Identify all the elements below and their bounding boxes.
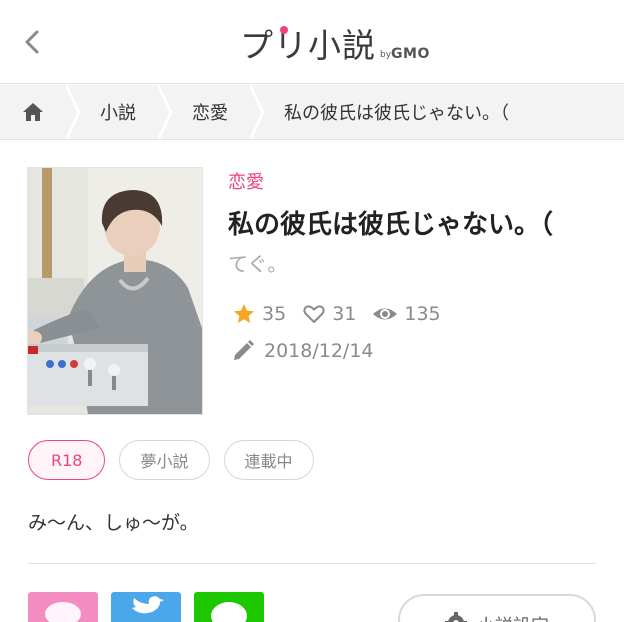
view-count: 135 bbox=[372, 302, 441, 326]
breadcrumb-item-current: 私の彼氏は彼氏じゃない。（ bbox=[284, 103, 509, 124]
logo-gmo: GMO bbox=[391, 46, 430, 62]
breadcrumb-item-novel[interactable]: 小説 bbox=[80, 85, 158, 139]
home-icon bbox=[23, 103, 43, 121]
breadcrumb: 小説 恋愛 私の彼氏は彼氏じゃない。（ bbox=[0, 85, 624, 140]
novel-author[interactable]: てぐ。 bbox=[228, 248, 287, 277]
heart-bubble-icon bbox=[45, 602, 81, 622]
breadcrumb-separator bbox=[250, 85, 264, 139]
novel-settings-label: 小説設定 bbox=[477, 612, 549, 622]
novel-settings-button[interactable]: 小説設定 bbox=[398, 594, 596, 622]
like-count-value: 31 bbox=[332, 303, 357, 325]
star-count: 35 bbox=[232, 302, 286, 326]
breadcrumb-item-romance[interactable]: 恋愛 bbox=[172, 85, 250, 139]
gear-icon bbox=[445, 612, 467, 622]
novel-stats: 35 31 135 bbox=[232, 302, 457, 326]
heart-outline-icon bbox=[303, 305, 325, 323]
tag-dream-novel[interactable]: 夢小説 bbox=[119, 440, 210, 480]
line-icon bbox=[211, 602, 247, 622]
site-logo[interactable]: プリ小説 by GMO bbox=[240, 22, 430, 66]
back-button[interactable] bbox=[18, 24, 48, 60]
twitter-icon bbox=[132, 596, 164, 614]
share-button-line[interactable] bbox=[194, 592, 264, 622]
share-button-prichat[interactable] bbox=[28, 592, 98, 622]
novel-genre[interactable]: 恋愛 bbox=[228, 168, 264, 194]
tag-list: R18 夢小説 連載中 bbox=[28, 440, 328, 480]
updated-date: 2018/12/14 bbox=[232, 340, 374, 362]
logo-dot bbox=[280, 26, 288, 34]
star-icon bbox=[234, 304, 254, 323]
eye-icon bbox=[373, 308, 398, 320]
breadcrumb-home[interactable] bbox=[0, 85, 66, 139]
cover-illustration bbox=[28, 168, 202, 414]
divider bbox=[28, 563, 596, 564]
star-count-value: 35 bbox=[262, 303, 287, 325]
logo-text: プリ小説 bbox=[240, 26, 376, 65]
chevron-left-icon bbox=[25, 30, 39, 54]
share-button-twitter[interactable] bbox=[111, 592, 181, 622]
tag-serializing[interactable]: 連載中 bbox=[223, 440, 314, 480]
app-header: プリ小説 by GMO bbox=[0, 0, 624, 84]
breadcrumb-separator bbox=[66, 85, 80, 139]
pencil-icon bbox=[234, 340, 254, 360]
novel-title: 私の彼氏は彼氏じゃない。（ bbox=[228, 210, 554, 240]
like-count: 31 bbox=[302, 302, 356, 326]
tag-r18[interactable]: R18 bbox=[28, 440, 106, 480]
logo-by: by bbox=[380, 50, 392, 60]
breadcrumb-separator bbox=[158, 85, 172, 139]
updated-date-value: 2018/12/14 bbox=[264, 340, 374, 362]
novel-description: み〜ん、しゅ〜が。 bbox=[28, 512, 199, 534]
view-count-value: 135 bbox=[404, 303, 441, 325]
cover-image[interactable] bbox=[28, 168, 202, 414]
